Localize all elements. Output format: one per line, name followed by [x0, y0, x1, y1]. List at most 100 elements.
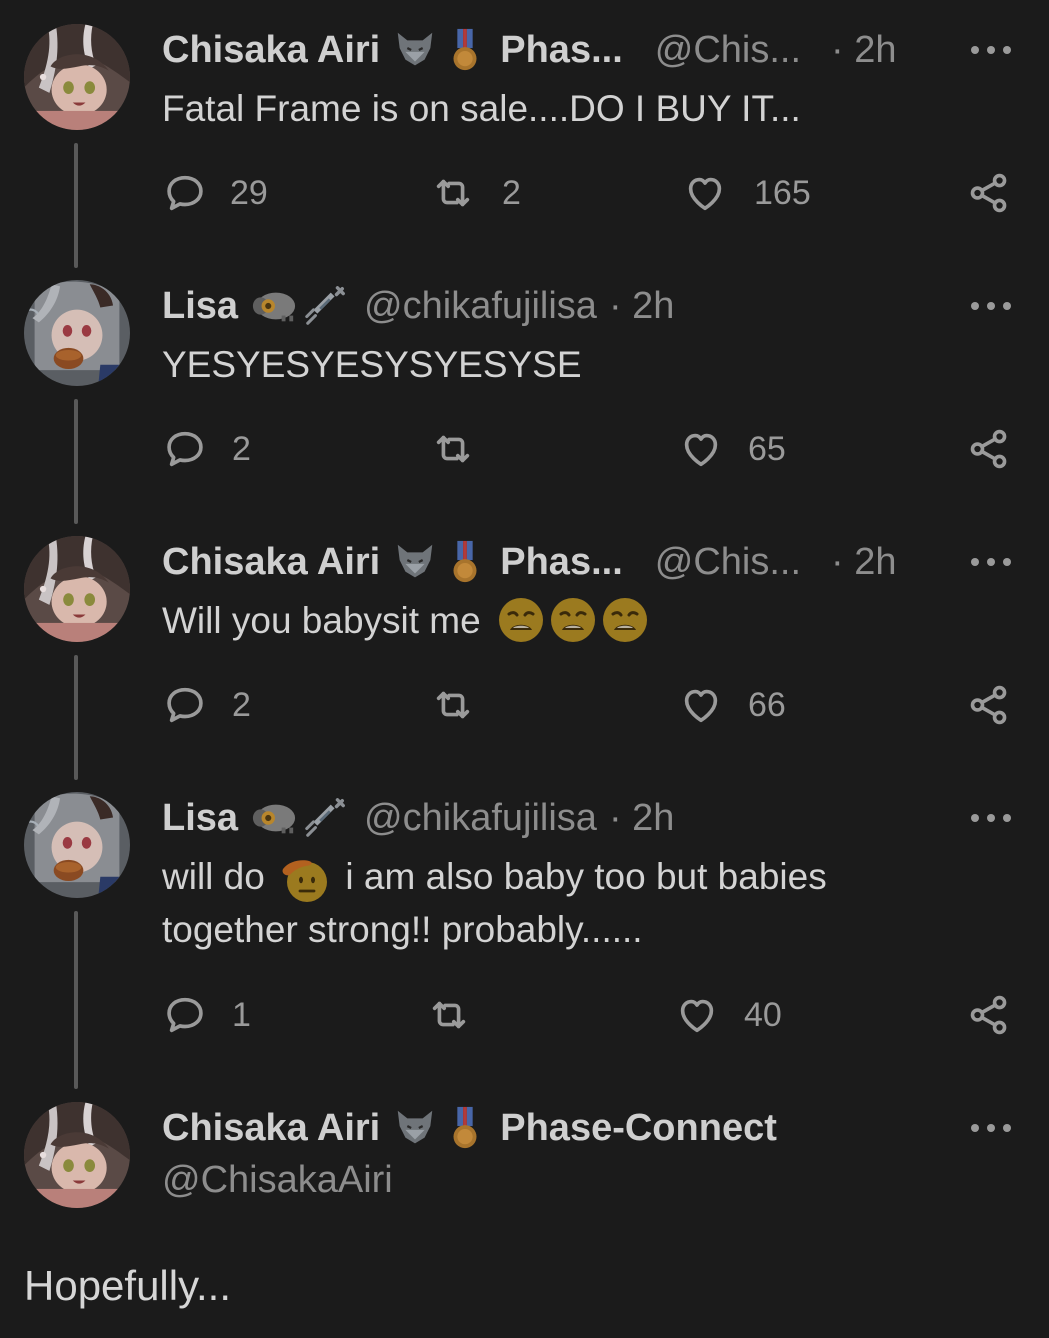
avatar[interactable]	[24, 280, 130, 386]
author-handle[interactable]: @chikafujilisa	[364, 285, 597, 328]
reply-icon	[162, 170, 208, 216]
weary-face-icon	[549, 596, 597, 644]
saluting-face-icon	[281, 855, 329, 903]
author-handle[interactable]: @Chis...	[655, 29, 801, 72]
retweet-icon	[426, 992, 472, 1038]
author-handle[interactable]: @Chis...	[655, 541, 801, 584]
share-icon	[966, 682, 1012, 728]
avatar[interactable]	[24, 792, 130, 898]
retweet-button[interactable]	[430, 424, 476, 474]
thread-line	[74, 911, 78, 1089]
timestamp[interactable]: · 2h	[831, 29, 896, 72]
like-count: 40	[744, 995, 782, 1034]
tweet-header: Chisaka Airi Phas... @Chis... · 2h	[162, 24, 897, 76]
reply-icon	[162, 426, 208, 472]
like-count: 66	[748, 685, 786, 724]
share-button[interactable]	[966, 680, 1012, 730]
avatar[interactable]	[24, 1102, 130, 1208]
author-handle[interactable]: @ChisakaAiri	[162, 1159, 393, 1202]
thread-line	[74, 655, 78, 780]
wolf-icon	[392, 1105, 438, 1151]
share-icon	[966, 992, 1012, 1038]
tweet-text: will do i am also baby too but babies to…	[162, 850, 827, 956]
like-count: 165	[754, 173, 811, 212]
reply-count: 2	[232, 429, 251, 468]
more-icon[interactable]	[971, 300, 1011, 312]
tweet-header: Lisa @chikafujilisa · 2h	[162, 280, 674, 332]
timestamp[interactable]: · 2h	[609, 285, 674, 328]
author-name[interactable]: Lisa	[162, 797, 238, 840]
reply-button[interactable]: 2	[162, 424, 251, 474]
tweet-text-line: together strong!! probably......	[162, 909, 643, 951]
reply-icon	[162, 682, 208, 728]
wolf-icon	[392, 27, 438, 73]
tweet-header: Chisaka Airi Phas... @Chis... · 2h	[162, 536, 897, 588]
reply-button[interactable]: 2	[162, 680, 251, 730]
medal-icon	[442, 1105, 488, 1151]
medal-icon	[442, 539, 488, 585]
like-button[interactable]: 40	[674, 990, 782, 1040]
weary-face-icon	[601, 596, 649, 644]
tweet-text: Will you babysit me	[162, 594, 649, 647]
like-button[interactable]: 65	[678, 424, 786, 474]
author-name[interactable]: Chisaka Airi	[162, 541, 380, 584]
thread-line	[74, 143, 78, 268]
affiliation[interactable]: Phase-Connect	[500, 1107, 777, 1150]
avatar[interactable]	[24, 536, 130, 642]
more-icon[interactable]	[971, 812, 1011, 824]
avatar[interactable]	[24, 24, 130, 130]
retweet-button[interactable]	[430, 680, 476, 730]
timestamp[interactable]: · 2h	[609, 797, 674, 840]
tweet-text: Fatal Frame is on sale....DO I BUY IT...	[162, 88, 801, 129]
thread-line	[74, 399, 78, 524]
syringe-icon	[302, 795, 348, 841]
author-name[interactable]: Chisaka Airi	[162, 29, 380, 72]
retweet-icon	[430, 682, 476, 728]
sheep-icon	[248, 795, 300, 841]
retweet-count: 2	[502, 173, 521, 212]
reply-count: 2	[232, 685, 251, 724]
reply-count: 1	[232, 995, 251, 1034]
heart-icon	[682, 170, 728, 216]
author-name[interactable]: Lisa	[162, 285, 238, 328]
share-icon	[966, 170, 1012, 216]
retweet-button[interactable]: 2	[430, 168, 521, 218]
author-handle[interactable]: @chikafujilisa	[364, 797, 597, 840]
more-icon[interactable]	[971, 44, 1011, 56]
reply-button[interactable]: 1	[162, 990, 251, 1040]
tweet-text-line: will do	[162, 856, 265, 897]
heart-icon	[678, 426, 724, 472]
heart-icon	[678, 682, 724, 728]
tweet-header: Lisa @chikafujilisa · 2h	[162, 792, 674, 844]
tweet-text: Hopefully...	[24, 1262, 231, 1309]
share-icon	[966, 426, 1012, 472]
medal-icon	[442, 27, 488, 73]
tweet-header: Chisaka Airi Phase-Connect	[162, 1102, 777, 1154]
tweet-text: YESYESYESYSYESYSE	[162, 344, 582, 385]
tweet-text-line: i am also baby too but babies	[345, 856, 827, 897]
retweet-button[interactable]	[426, 990, 472, 1040]
share-button[interactable]	[966, 990, 1012, 1040]
share-button[interactable]	[966, 168, 1012, 218]
more-icon[interactable]	[971, 556, 1011, 568]
heart-icon	[674, 992, 720, 1038]
like-count: 65	[748, 429, 786, 468]
reply-count: 29	[230, 173, 268, 212]
sheep-icon	[248, 283, 300, 329]
retweet-icon	[430, 170, 476, 216]
share-button[interactable]	[966, 424, 1012, 474]
reply-icon	[162, 992, 208, 1038]
like-button[interactable]: 66	[678, 680, 786, 730]
syringe-icon	[302, 283, 348, 329]
reply-button[interactable]: 29	[162, 168, 268, 218]
like-button[interactable]: 165	[682, 168, 811, 218]
retweet-icon	[430, 426, 476, 472]
author-name[interactable]: Chisaka Airi	[162, 1107, 380, 1150]
affiliation[interactable]: Phas...	[500, 29, 623, 72]
tweet-text-content: Will you babysit me	[162, 600, 481, 641]
more-icon[interactable]	[971, 1122, 1011, 1134]
weary-face-icon	[497, 596, 545, 644]
wolf-icon	[392, 539, 438, 585]
timestamp[interactable]: · 2h	[831, 541, 896, 584]
affiliation[interactable]: Phas...	[500, 541, 623, 584]
